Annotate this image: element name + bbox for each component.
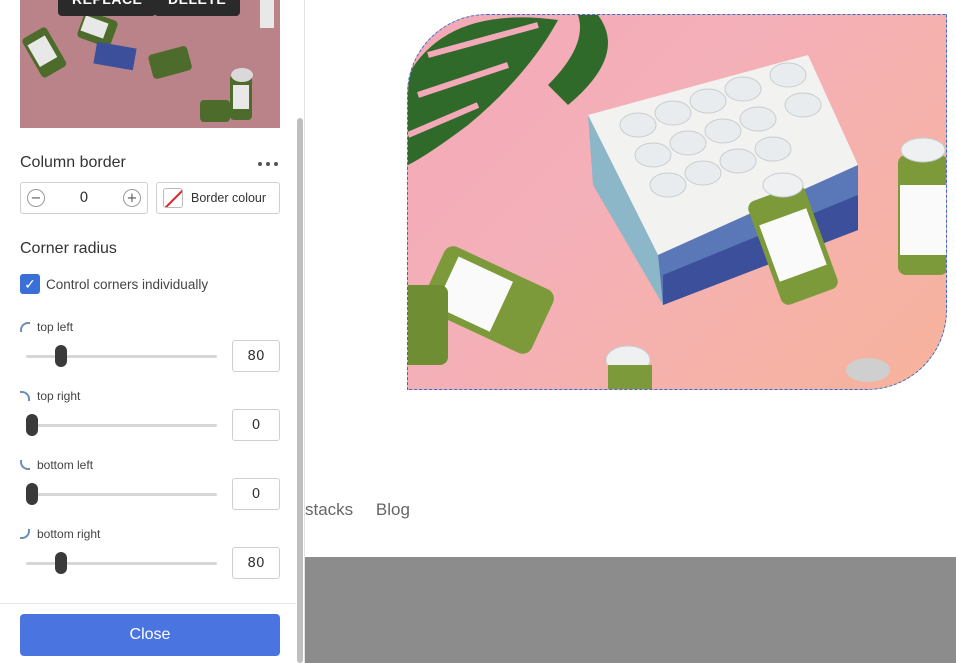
settings-panel: REPLACE DELETE Column border − 0 + Borde… xyxy=(0,0,305,663)
decrement-button[interactable]: − xyxy=(27,189,45,207)
slider-handle[interactable] xyxy=(26,483,38,505)
replace-image-button[interactable]: REPLACE xyxy=(58,0,157,16)
panel-scrollbar[interactable] xyxy=(297,118,303,663)
no-colour-swatch-icon xyxy=(163,188,183,208)
corner-bottom-left-input[interactable]: 0 xyxy=(232,478,280,510)
corner-bottom-right-text: bottom right xyxy=(37,527,101,541)
border-colour-button[interactable]: Border colour xyxy=(156,182,280,214)
border-width-value[interactable]: 0 xyxy=(51,190,117,206)
image-thumbnail: REPLACE DELETE xyxy=(20,0,280,128)
corner-top-left-label: top left xyxy=(20,320,73,334)
corner-top-left-text: top left xyxy=(37,320,74,334)
corner-bottom-left-icon xyxy=(20,460,30,470)
slider-handle[interactable] xyxy=(55,345,67,367)
delete-image-button[interactable]: DELETE xyxy=(154,0,241,16)
corner-top-right-text: top right xyxy=(37,389,81,403)
corner-top-right-input[interactable]: 0 xyxy=(232,409,280,441)
increment-button[interactable]: + xyxy=(123,189,141,207)
selected-image-block[interactable] xyxy=(407,14,947,390)
corner-top-right-slider[interactable] xyxy=(26,414,217,436)
corner-bottom-right-icon xyxy=(20,529,30,539)
corner-top-left-icon xyxy=(20,322,30,332)
control-corners-checkbox-row[interactable]: ✓ Control corners individually xyxy=(20,274,208,294)
column-border-title: Column border xyxy=(20,154,126,171)
control-corners-label: Control corners individually xyxy=(46,276,209,292)
corner-bottom-left-text: bottom left xyxy=(37,458,94,472)
corner-top-left-input[interactable]: 80 xyxy=(232,340,280,372)
border-width-stepper: − 0 + xyxy=(20,182,148,214)
corner-bottom-left-slider[interactable] xyxy=(26,483,217,505)
more-dots-icon[interactable] xyxy=(258,158,278,170)
corner-bottom-right-slider[interactable] xyxy=(26,552,217,574)
corner-top-left-slider[interactable] xyxy=(26,345,217,367)
corner-bottom-left-label: bottom left xyxy=(20,458,93,472)
slider-handle[interactable] xyxy=(26,414,38,436)
nav-link-blog[interactable]: Blog xyxy=(376,500,410,519)
footer-band xyxy=(305,557,956,663)
corner-bottom-right-input[interactable]: 80 xyxy=(232,547,280,579)
corner-radius-title: Corner radius xyxy=(20,240,117,257)
border-colour-label: Border colour xyxy=(191,191,267,205)
corner-top-right-icon xyxy=(20,391,30,401)
site-nav: stacks Blog xyxy=(305,500,428,520)
slider-track xyxy=(26,493,217,496)
slider-track xyxy=(26,424,217,427)
product-photo xyxy=(408,15,946,389)
corner-bottom-right-label: bottom right xyxy=(20,527,100,541)
page-canvas: stacks Blog xyxy=(305,0,956,663)
slider-handle[interactable] xyxy=(55,552,67,574)
thumbnail-photo xyxy=(20,0,280,128)
close-button[interactable]: Close xyxy=(20,614,280,656)
control-corners-checkbox[interactable]: ✓ xyxy=(20,274,40,294)
corner-top-right-label: top right xyxy=(20,389,80,403)
nav-link-stacks[interactable]: stacks xyxy=(305,500,353,519)
footer-divider xyxy=(0,603,296,604)
